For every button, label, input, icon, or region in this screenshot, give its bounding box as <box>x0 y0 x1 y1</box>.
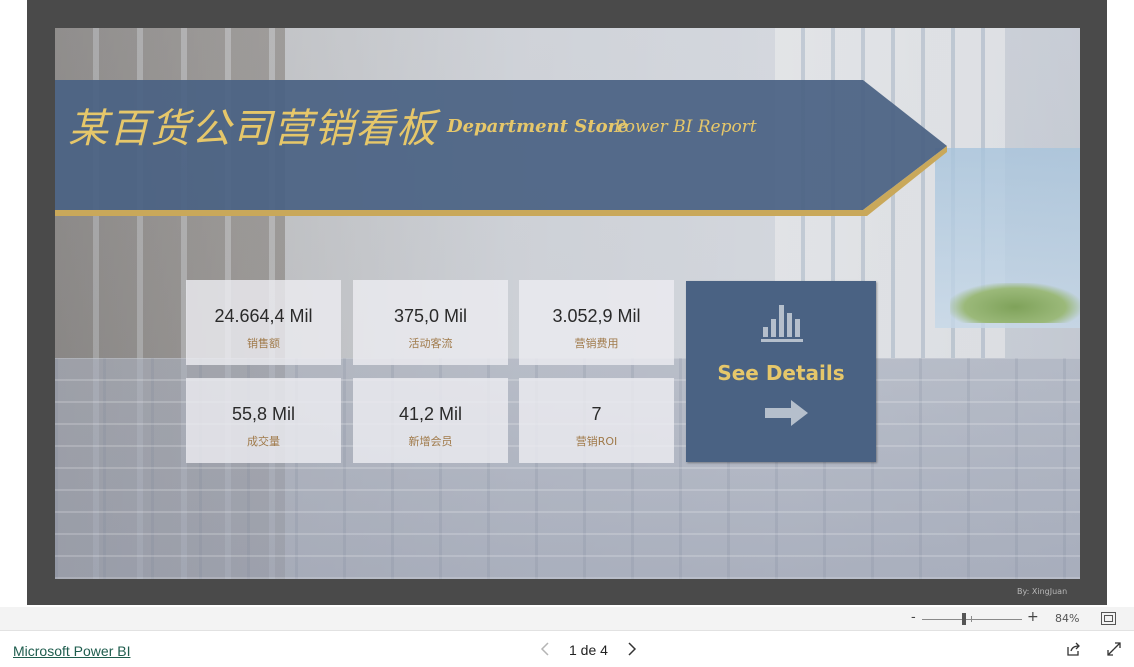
kpi-card-transactions: 55,8 Mil 成交量 <box>186 378 341 463</box>
kpi-label: 营销ROI <box>575 435 618 448</box>
kpi-card-roi: 7 营销ROI <box>519 378 674 463</box>
see-details-button[interactable]: See Details <box>686 281 876 462</box>
kpi-value: 7 <box>591 404 602 424</box>
power-bi-link[interactable]: Microsoft Power BI <box>13 643 130 659</box>
report-title-chinese: 某百货公司营销看板 <box>68 106 437 152</box>
zoom-level: 84% <box>1055 612 1080 625</box>
kpi-card-traffic: 375,0 Mil 活动客流 <box>353 280 508 365</box>
kpi-value: 41,2 Mil <box>398 404 463 424</box>
kpi-value: 55,8 Mil <box>231 404 296 424</box>
zoom-slider-tick <box>971 616 972 622</box>
kpi-value: 3.052,9 Mil <box>552 306 641 326</box>
fit-to-page-icon[interactable] <box>1101 612 1116 625</box>
next-page-icon[interactable] <box>626 641 638 657</box>
arrow-right-icon <box>765 400 808 426</box>
kpi-card-sales: 24.664,4 Mil 销售额 <box>186 280 341 365</box>
report-title-english-bold: Department Store <box>447 116 629 137</box>
kpi-label: 营销费用 <box>574 337 619 350</box>
fullscreen-icon[interactable] <box>1106 641 1122 657</box>
kpi-value: 375,0 Mil <box>393 306 468 326</box>
see-details-label: See Details <box>717 361 845 385</box>
zoom-in-button[interactable]: + <box>1027 609 1039 625</box>
share-icon[interactable] <box>1066 641 1082 657</box>
zoom-slider-thumb[interactable] <box>962 613 966 625</box>
kpi-label: 成交量 <box>247 435 280 448</box>
background-trees <box>950 283 1080 323</box>
kpi-label: 活动客流 <box>408 337 453 350</box>
kpi-value: 24.664,4 Mil <box>214 306 313 326</box>
zoom-slider-track[interactable] <box>922 619 1022 620</box>
author-credit: By: XingJuan <box>1017 587 1068 596</box>
zoom-bar: - + 84% <box>0 607 1134 631</box>
report-title-english: Power BI Report <box>614 117 757 137</box>
zoom-out-button[interactable]: - <box>911 610 916 625</box>
kpi-card-new-members: 41,2 Mil 新增会员 <box>353 378 508 463</box>
kpi-label: 销售额 <box>247 337 280 350</box>
previous-page-icon[interactable] <box>539 641 551 657</box>
bar-chart-icon <box>761 305 803 342</box>
page-indicator: 1 de 4 <box>569 642 608 658</box>
report-viewer: 24.664,4 Mil 销售额 375,0 Mil 活动客流 3.052,9 … <box>0 0 1134 605</box>
bottom-bar: Microsoft Power BI 1 de 4 <box>0 632 1134 667</box>
kpi-label: 新增会员 <box>408 435 453 448</box>
kpi-card-marketing-cost: 3.052,9 Mil 营销费用 <box>519 280 674 365</box>
